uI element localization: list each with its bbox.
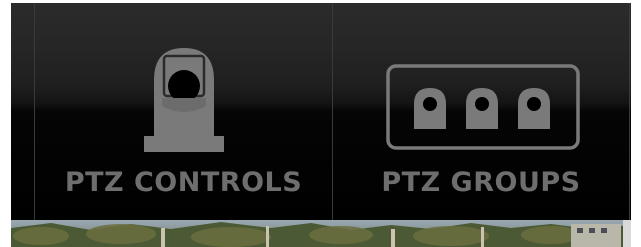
ptz-toolbar: PTZ CONTROLS PTZ GROUPS: [11, 3, 631, 220]
ptz-camera-icon: [144, 48, 224, 152]
camera-feed-thumbnail[interactable]: [11, 220, 631, 247]
ptz-groups-label: PTZ GROUPS: [381, 167, 581, 198]
ptz-groups-button[interactable]: PTZ GROUPS: [333, 3, 629, 220]
ptz-group-icon: [386, 64, 580, 150]
toolbar-divider-right: [629, 3, 630, 220]
camera-feed-image: [11, 220, 631, 247]
ptz-controls-button[interactable]: PTZ CONTROLS: [35, 3, 332, 220]
ptz-controls-label: PTZ CONTROLS: [64, 167, 303, 198]
